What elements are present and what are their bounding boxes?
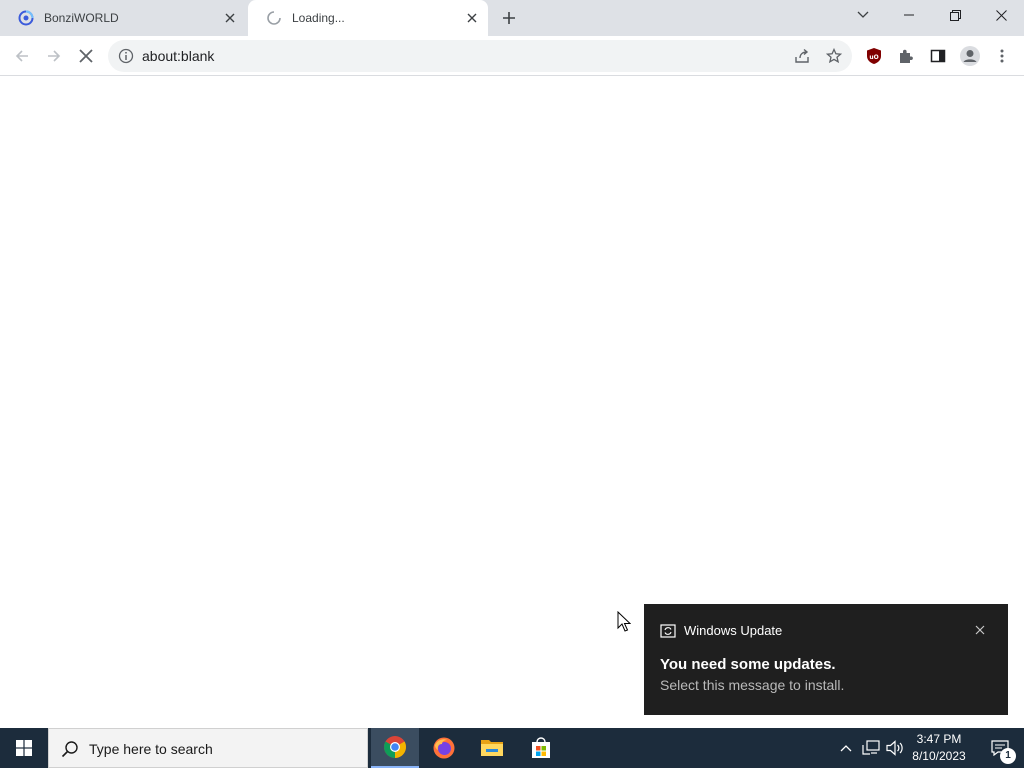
volume-icon[interactable] <box>885 738 905 758</box>
profile-avatar-icon[interactable] <box>956 42 984 70</box>
clock-date: 8/10/2023 <box>912 749 966 763</box>
side-panel-icon[interactable] <box>924 42 952 70</box>
store-bag-icon <box>532 737 550 758</box>
tab-loading[interactable]: Loading... <box>248 0 488 36</box>
address-bar[interactable]: about:blank <box>108 40 852 72</box>
loading-spinner-icon <box>266 10 282 26</box>
close-window-button[interactable] <box>978 0 1024 30</box>
search-placeholder: Type here to search <box>89 741 213 757</box>
svg-text:uO: uO <box>869 54 878 61</box>
folder-icon <box>481 740 503 756</box>
browser-toolbar: about:blank uO <box>0 36 1024 76</box>
toast-title: You need some updates. <box>660 656 836 673</box>
share-icon[interactable] <box>790 44 814 68</box>
tab-close-icon[interactable] <box>220 8 240 28</box>
notification-count-badge: 1 <box>1000 748 1016 764</box>
tab-title: Loading... <box>292 11 345 25</box>
windows-logo-icon <box>16 740 32 756</box>
windows-update-icon <box>660 623 676 639</box>
forward-arrow-icon[interactable] <box>40 42 68 70</box>
chrome-menu-icon[interactable] <box>988 42 1016 70</box>
mouse-cursor-icon <box>617 611 631 632</box>
new-tab-button[interactable] <box>496 5 522 31</box>
toast-app-name: Windows Update <box>684 623 783 638</box>
ublock-origin-icon[interactable]: uO <box>860 42 888 70</box>
windows-update-toast[interactable]: Windows Update You need some updates. Se… <box>644 604 1008 715</box>
taskbar-microsoft-store[interactable] <box>517 728 565 768</box>
taskbar-clock[interactable]: 3:47 PM 8/10/2023 <box>908 731 970 765</box>
back-arrow-icon[interactable] <box>8 42 36 70</box>
tab-bonziworld[interactable]: BonziWORLD <box>0 0 246 36</box>
toast-body: Select this message to install. <box>660 677 845 693</box>
bonziworld-favicon-icon <box>18 10 34 26</box>
taskbar-chrome[interactable] <box>371 728 419 768</box>
toast-close-icon[interactable] <box>970 620 990 640</box>
bookmark-star-icon[interactable] <box>822 44 846 68</box>
tab-search-chevron-icon[interactable] <box>840 0 886 30</box>
stop-loading-icon[interactable] <box>72 42 100 70</box>
taskbar-search-box[interactable]: Type here to search <box>48 728 368 768</box>
search-icon <box>61 740 79 758</box>
tab-strip: BonziWORLD Loading... <box>0 0 1024 36</box>
extensions-puzzle-icon[interactable] <box>892 42 920 70</box>
clock-time: 3:47 PM <box>916 732 962 746</box>
address-text: about:blank <box>142 48 215 64</box>
taskbar-firefox[interactable] <box>420 728 468 768</box>
action-center-button[interactable]: 1 <box>980 728 1020 768</box>
start-button[interactable] <box>0 728 48 768</box>
restore-button[interactable] <box>932 0 978 30</box>
show-hidden-icons-chevron-icon[interactable] <box>836 738 856 758</box>
chrome-icon <box>384 736 406 758</box>
network-icon[interactable] <box>861 738 881 758</box>
firefox-icon <box>433 737 455 759</box>
taskbar-file-explorer[interactable] <box>468 728 516 768</box>
site-info-icon[interactable] <box>118 48 134 64</box>
tab-close-icon[interactable] <box>462 8 482 28</box>
tab-title: BonziWORLD <box>44 11 119 25</box>
minimize-button[interactable] <box>886 0 932 30</box>
taskbar: Type here to search 3:47 PM 8/10/2023 1 <box>0 728 1024 768</box>
